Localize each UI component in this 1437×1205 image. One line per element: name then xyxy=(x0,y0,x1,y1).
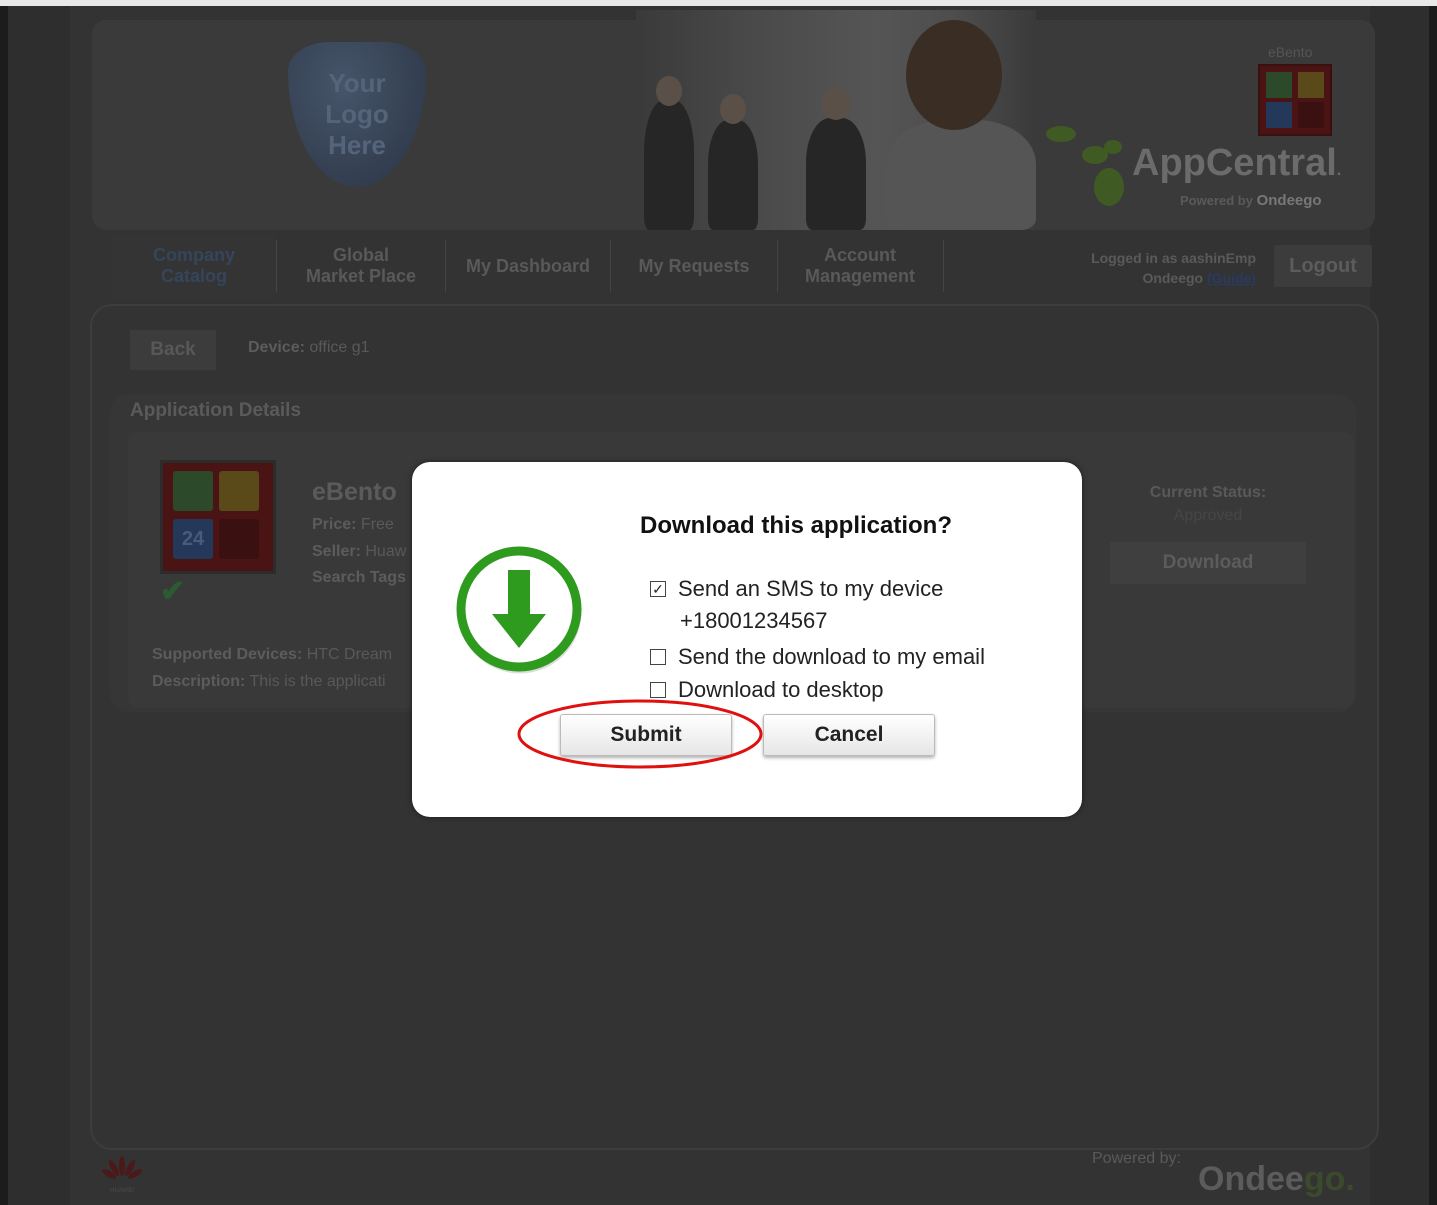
tab-account-management[interactable]: Account Management xyxy=(778,234,942,298)
logout-button[interactable]: Logout xyxy=(1274,245,1372,287)
photo-person-head xyxy=(906,20,1002,130)
current-status-value: Approved xyxy=(1173,507,1243,524)
desktop-checkbox[interactable] xyxy=(650,682,666,698)
option-sms[interactable]: ✓ Send an SMS to my device xyxy=(650,576,943,602)
seller-label: Seller: xyxy=(312,543,361,560)
logged-in-text: Logged in as aashinEmp xyxy=(1091,250,1256,266)
powered-by-brand: Ondeego xyxy=(1256,192,1322,209)
tab-label: My Requests xyxy=(638,255,750,276)
option-label: Send an SMS to my device xyxy=(678,576,944,601)
device-info: Device: office g1 xyxy=(248,339,370,357)
email-checkbox[interactable] xyxy=(650,649,666,665)
tab-my-dashboard[interactable]: My Dashboard xyxy=(446,234,610,298)
device-value: office g1 xyxy=(304,339,370,356)
tab-label: My Dashboard xyxy=(465,255,591,276)
price-value: Free xyxy=(356,516,394,533)
huawei-logo: HUAWEI xyxy=(100,1154,144,1194)
app-seller: Seller: Huaw xyxy=(312,543,406,561)
photo-person-head xyxy=(656,76,682,106)
tab-label: Global Market Place xyxy=(305,245,417,286)
tab-my-requests[interactable]: My Requests xyxy=(611,234,777,298)
logo-text-line: Here xyxy=(328,130,386,160)
tab-divider xyxy=(943,240,944,292)
banner-photo xyxy=(636,10,1036,230)
supported-label: Supported Devices: xyxy=(152,646,303,663)
tags-label: Search Tags xyxy=(312,569,406,586)
description-label: Description: xyxy=(152,673,246,690)
photo-person-head xyxy=(822,88,850,120)
sms-checkbox[interactable]: ✓ xyxy=(650,581,666,597)
photo-person xyxy=(806,118,866,230)
app-name: eBento xyxy=(312,478,397,506)
device-label: Device: xyxy=(248,339,305,356)
phone-number: +18001234567 xyxy=(680,608,828,633)
description-value: This is the applicati xyxy=(245,673,386,690)
calendar-icon: 24 xyxy=(173,519,213,559)
footer-powered-by: Powered by: xyxy=(1092,1150,1181,1167)
option-label: Send the download to my email xyxy=(678,644,985,669)
logo-text-line: Your xyxy=(328,68,386,98)
app-icon: 24 xyxy=(160,460,276,574)
seller-value: Huaw xyxy=(360,543,407,560)
right-edge xyxy=(1429,6,1437,1205)
header-powered-by: Powered by Ondeego xyxy=(1180,192,1322,209)
dialog-title: Download this application? xyxy=(640,512,952,539)
app-description: Description: This is the applicati xyxy=(152,673,386,691)
app-price: Price: Free xyxy=(312,516,394,534)
submit-highlight-circle xyxy=(517,699,763,769)
mini-app-label: eBento xyxy=(1268,44,1313,60)
powered-by-label: Powered by xyxy=(1180,193,1253,208)
tab-label: Company Catalog xyxy=(152,245,235,286)
footer-brand-logo: Ondeego. xyxy=(1198,1160,1355,1199)
org-name: Ondeego xyxy=(1142,270,1207,286)
mini-app-icon xyxy=(1258,64,1332,136)
appcentral-title: AppCentral. xyxy=(1132,142,1341,185)
photo-person xyxy=(886,120,1036,230)
cancel-button[interactable]: Cancel xyxy=(763,714,935,756)
photo-person xyxy=(708,120,758,230)
app-title-text: AppCentral xyxy=(1132,142,1337,184)
supported-devices: Supported Devices: HTC Dream xyxy=(152,646,392,664)
logo-text-line: Logo xyxy=(325,99,389,129)
left-edge xyxy=(0,6,8,1205)
installed-check-icon: ✔ xyxy=(160,575,186,608)
trademark-mark: . xyxy=(1336,162,1342,179)
tab-global-market-place[interactable]: Global Market Place xyxy=(277,234,445,298)
guide-link[interactable]: (Guide) xyxy=(1207,270,1256,286)
supported-value: HTC Dream xyxy=(302,646,393,663)
download-arrow-icon xyxy=(456,546,582,674)
back-button[interactable]: Back xyxy=(130,330,216,370)
tab-company-catalog[interactable]: Company Catalog xyxy=(112,234,276,298)
photo-person xyxy=(644,100,694,230)
brand-accent: go. xyxy=(1303,1160,1355,1198)
brand-main: Ondee xyxy=(1198,1160,1304,1198)
price-label: Price: xyxy=(312,516,357,533)
login-org-line: Ondeego (Guide) xyxy=(1040,268,1256,288)
photo-person-head xyxy=(720,94,746,124)
app-search-tags: Search Tags xyxy=(312,569,406,587)
login-info: Logged in as aashinEmp Ondeego (Guide) xyxy=(1040,248,1256,288)
option-email[interactable]: Send the download to my email xyxy=(650,644,985,670)
download-button[interactable]: Download xyxy=(1110,542,1306,584)
section-title: Application Details xyxy=(130,400,302,421)
huawei-wordmark: HUAWEI xyxy=(110,1188,134,1194)
tab-label: Account Management xyxy=(804,245,916,286)
current-status-label: Current Status: xyxy=(1149,484,1267,501)
